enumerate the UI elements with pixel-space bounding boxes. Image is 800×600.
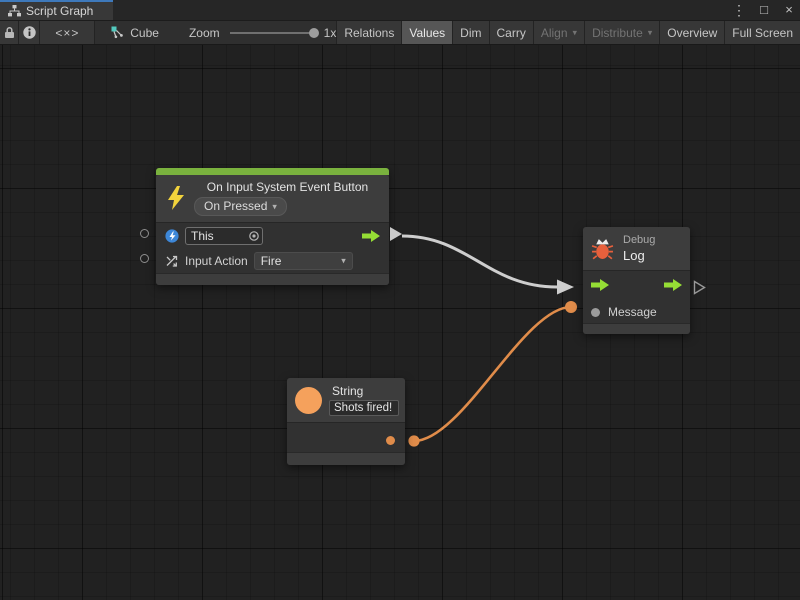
this-port-row: This — [156, 223, 389, 248]
this-port-icon — [165, 229, 179, 243]
window-controls: ⋮ □ × — [732, 0, 796, 20]
tab-title: Script Graph — [26, 4, 93, 18]
event-type-dropdown[interactable]: On Pressed ▾ — [194, 197, 287, 216]
zoom-slider[interactable] — [230, 32, 318, 34]
string-node-title: String — [332, 384, 399, 398]
debug-node-header: Debug Log — [583, 227, 690, 270]
graph-icon — [8, 5, 21, 17]
string-node[interactable]: String Shots fired! — [287, 378, 405, 465]
lock-icon — [4, 26, 15, 39]
relations-button[interactable]: Relations — [337, 21, 402, 44]
zoom-slider-handle[interactable] — [309, 28, 319, 38]
string-node-header: String Shots fired! — [287, 378, 405, 422]
debug-node-body: Message — [583, 270, 690, 323]
this-input-port[interactable] — [140, 229, 149, 238]
trigger-output-port[interactable] — [362, 230, 380, 242]
debug-log-node[interactable]: Debug Log — [583, 227, 690, 334]
message-input-port[interactable] — [591, 308, 600, 317]
object-picker-icon[interactable] — [248, 230, 260, 242]
carry-label: Carry — [497, 26, 526, 40]
carry-button[interactable]: Carry — [490, 21, 534, 44]
message-port-row: Message — [583, 301, 690, 323]
string-value-input[interactable]: Shots fired! — [329, 400, 399, 416]
event-node[interactable]: On Input System Event Button On Pressed … — [156, 168, 389, 285]
chevron-down-icon: ▾ — [272, 201, 277, 212]
overview-label: Overview — [667, 26, 717, 40]
trigger-out-connector[interactable] — [390, 227, 402, 241]
input-action-label: Input Action — [185, 254, 248, 268]
code-x-icon: <×> — [55, 26, 79, 40]
lightning-bolt-icon — [166, 185, 186, 211]
target-object-label[interactable]: Cube — [130, 26, 159, 40]
event-node-footer — [156, 273, 389, 285]
graph-canvas[interactable]: On Input System Event Button On Pressed … — [0, 45, 800, 600]
zoom-control: Zoom 1x — [189, 26, 336, 40]
input-action-value: Fire — [261, 254, 282, 268]
event-node-header: On Input System Event Button On Pressed … — [156, 175, 389, 222]
value-wire[interactable] — [414, 307, 571, 441]
chevron-down-icon: ▾ — [573, 28, 578, 39]
info-icon — [23, 26, 36, 39]
input-action-icon — [165, 254, 179, 268]
debug-node-footer — [583, 323, 690, 334]
values-label: Values — [409, 26, 445, 40]
debug-node-name: Log — [623, 248, 655, 263]
dim-label: Dim — [460, 26, 481, 40]
input-action-dropdown[interactable]: Fire ▾ — [254, 252, 353, 270]
tab-bar: Script Graph ⋮ □ × — [0, 0, 800, 20]
bug-icon — [591, 237, 614, 260]
this-object-field[interactable]: This — [185, 227, 263, 245]
fullscreen-label: Full Screen — [732, 26, 793, 40]
event-node-accent-strip — [156, 168, 389, 175]
string-type-icon — [295, 387, 322, 414]
string-output-port[interactable] — [386, 436, 395, 445]
debug-flow-row — [583, 271, 690, 301]
flow-out-connector[interactable] — [693, 280, 706, 295]
input-action-port-row: Input Action Fire ▾ — [156, 248, 389, 273]
debug-node-category: Debug — [623, 234, 655, 246]
chevron-down-icon: ▾ — [341, 256, 346, 267]
input-action-input-port[interactable] — [140, 254, 149, 263]
zoom-value: 1x — [324, 26, 337, 40]
fullscreen-button[interactable]: Full Screen — [725, 21, 800, 44]
graph-pointer-icon — [111, 26, 124, 39]
distribute-label: Distribute — [592, 26, 643, 40]
value-wire-source-dot[interactable] — [408, 435, 419, 446]
event-node-title: On Input System Event Button — [194, 180, 381, 194]
control-wire-arrowhead — [557, 280, 574, 295]
relations-label: Relations — [344, 26, 394, 40]
string-node-footer — [287, 452, 405, 465]
dim-button[interactable]: Dim — [453, 21, 489, 44]
flow-input-port[interactable] — [591, 279, 609, 294]
window-menu-icon[interactable]: ⋮ — [732, 0, 746, 20]
distribute-button[interactable]: Distribute ▾ — [585, 21, 660, 44]
value-wire-target-dot[interactable] — [565, 301, 577, 313]
control-wire[interactable] — [402, 236, 557, 287]
graph-toolbar: <×> Cube Zoom 1x Relations Value — [0, 20, 800, 45]
zoom-label: Zoom — [189, 26, 220, 40]
align-label: Align — [541, 26, 568, 40]
overview-button[interactable]: Overview — [660, 21, 725, 44]
message-port-label: Message — [608, 305, 657, 319]
event-node-body: This — [156, 222, 389, 273]
close-icon[interactable]: × — [782, 0, 796, 20]
maximize-icon[interactable]: □ — [757, 0, 771, 20]
chevron-down-icon: ▾ — [648, 28, 653, 39]
values-button[interactable]: Values — [402, 21, 453, 44]
flow-output-port[interactable] — [664, 279, 682, 294]
align-button[interactable]: Align ▾ — [534, 21, 585, 44]
inspect-button[interactable] — [19, 21, 40, 44]
toolbar-middle: Cube Zoom 1x — [95, 21, 337, 44]
string-node-body — [287, 422, 405, 452]
this-field-value: This — [191, 229, 214, 243]
tab-script-graph[interactable]: Script Graph — [0, 0, 113, 20]
event-type-value: On Pressed — [204, 199, 267, 213]
lock-button[interactable] — [0, 21, 19, 44]
edit-graph-button[interactable]: <×> — [40, 21, 95, 44]
script-graph-window: Script Graph ⋮ □ × <×> — [0, 0, 800, 600]
